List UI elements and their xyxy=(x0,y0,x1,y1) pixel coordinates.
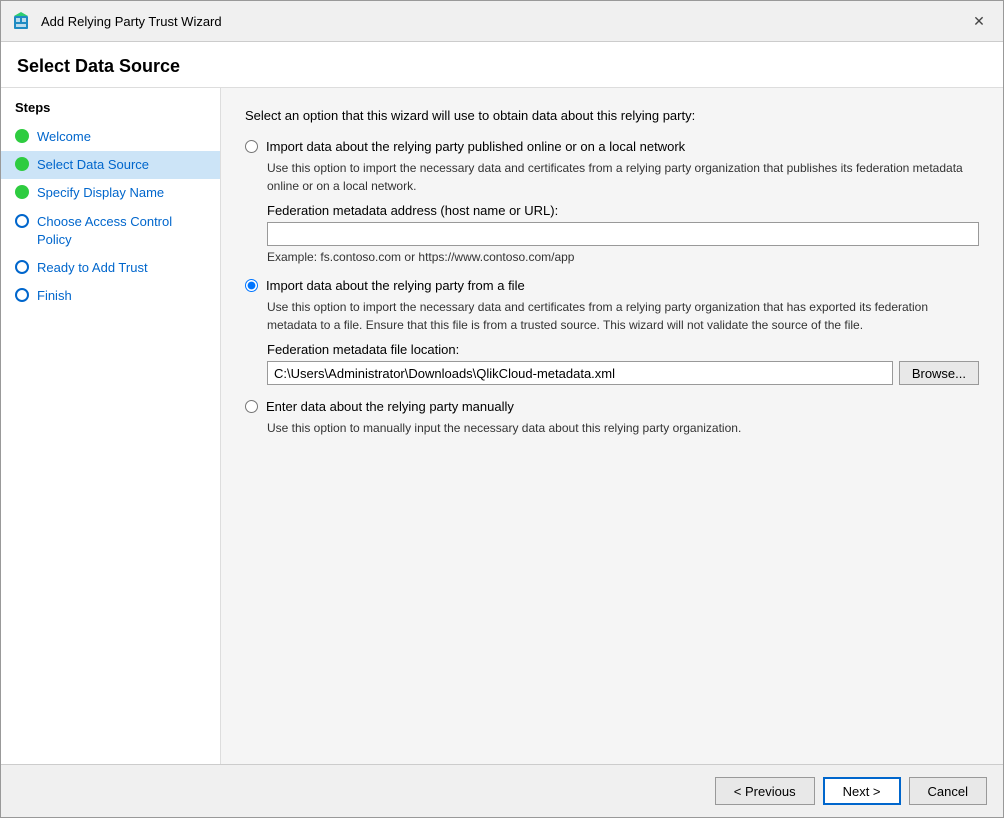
step-dot-select xyxy=(15,157,29,171)
option1-container: Import data about the relying party publ… xyxy=(245,139,979,264)
option2-row: Import data about the relying party from… xyxy=(245,278,979,293)
previous-button[interactable]: < Previous xyxy=(715,777,815,805)
option1-radio[interactable] xyxy=(245,140,258,153)
sidebar-item-choose-access-control[interactable]: Choose Access Control Policy xyxy=(1,208,220,254)
wizard-icon xyxy=(13,11,33,31)
sidebar-item-specify-display-name[interactable]: Specify Display Name xyxy=(1,179,220,207)
option3-container: Enter data about the relying party manua… xyxy=(245,399,979,437)
step-dot-finish xyxy=(15,288,29,302)
sidebar-item-finish[interactable]: Finish xyxy=(1,282,220,310)
main-panel: Select an option that this wizard will u… xyxy=(221,88,1003,764)
step-dot-display-name xyxy=(15,185,29,199)
option1-example: Example: fs.contoso.com or https://www.c… xyxy=(267,250,979,264)
close-button[interactable]: ✕ xyxy=(967,9,991,33)
page-header: Select Data Source xyxy=(1,42,1003,88)
option2-desc: Use this option to import the necessary … xyxy=(267,298,979,334)
sidebar-item-welcome[interactable]: Welcome xyxy=(1,123,220,151)
step-label-select: Select Data Source xyxy=(37,156,149,174)
option3-desc: Use this option to manually input the ne… xyxy=(267,419,979,437)
section-intro: Select an option that this wizard will u… xyxy=(245,108,979,123)
title-bar: Add Relying Party Trust Wizard ✕ xyxy=(1,1,1003,42)
option1-desc: Use this option to import the necessary … xyxy=(267,159,979,195)
title-bar-left: Add Relying Party Trust Wizard xyxy=(13,11,222,31)
browse-button[interactable]: Browse... xyxy=(899,361,979,385)
step-label-display-name: Specify Display Name xyxy=(37,184,164,202)
content-area: Steps Welcome Select Data Source Specify… xyxy=(1,88,1003,764)
sidebar: Steps Welcome Select Data Source Specify… xyxy=(1,88,221,764)
file-input-row: Browse... xyxy=(267,361,979,385)
sidebar-item-ready-to-add[interactable]: Ready to Add Trust xyxy=(1,254,220,282)
sidebar-title: Steps xyxy=(1,100,220,123)
next-button[interactable]: Next > xyxy=(823,777,901,805)
option3-label[interactable]: Enter data about the relying party manua… xyxy=(266,399,514,414)
page-title: Select Data Source xyxy=(17,56,987,77)
step-dot-welcome xyxy=(15,129,29,143)
footer: < Previous Next > Cancel xyxy=(1,764,1003,817)
step-label-finish: Finish xyxy=(37,287,72,305)
option1-field-label: Federation metadata address (host name o… xyxy=(267,203,979,218)
step-dot-access-control xyxy=(15,214,29,228)
option1-row: Import data about the relying party publ… xyxy=(245,139,979,154)
sidebar-item-select-data-source[interactable]: Select Data Source xyxy=(1,151,220,179)
option3-radio[interactable] xyxy=(245,400,258,413)
option3-row: Enter data about the relying party manua… xyxy=(245,399,979,414)
step-label-access-control: Choose Access Control Policy xyxy=(37,213,206,249)
option2-container: Import data about the relying party from… xyxy=(245,278,979,385)
step-label-welcome: Welcome xyxy=(37,128,91,146)
cancel-button[interactable]: Cancel xyxy=(909,777,987,805)
window-title: Add Relying Party Trust Wizard xyxy=(41,14,222,29)
option2-field-label: Federation metadata file location: xyxy=(267,342,979,357)
federation-metadata-file-input[interactable] xyxy=(267,361,893,385)
option2-radio[interactable] xyxy=(245,279,258,292)
option2-label[interactable]: Import data about the relying party from… xyxy=(266,278,525,293)
federation-metadata-address-input[interactable] xyxy=(267,222,979,246)
step-label-ready: Ready to Add Trust xyxy=(37,259,148,277)
wizard-window: Add Relying Party Trust Wizard ✕ Select … xyxy=(0,0,1004,818)
option1-label[interactable]: Import data about the relying party publ… xyxy=(266,139,685,154)
step-dot-ready xyxy=(15,260,29,274)
